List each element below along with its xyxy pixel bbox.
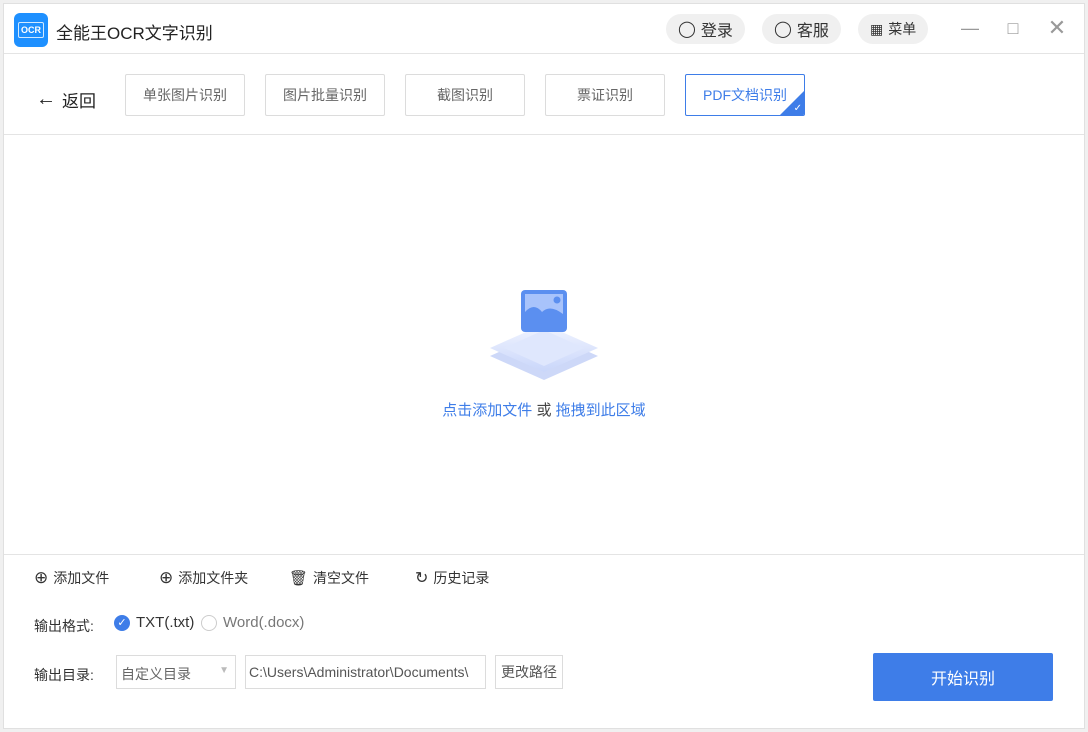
- drop-zone[interactable]: 点击添加文件 或 拖拽到此区域: [4, 136, 1084, 555]
- tab-screenshot[interactable]: 截图识别: [405, 74, 525, 116]
- radio-icon: [201, 614, 217, 631]
- add-folder-button[interactable]: ⊕ 添加文件夹: [159, 568, 248, 588]
- login-button[interactable]: ◯ 登录: [666, 14, 745, 44]
- output-path-field[interactable]: C:\Users\Administrator\Documents\: [245, 655, 486, 689]
- output-dir-label: 输出目录:: [34, 667, 94, 683]
- tab-batch-image[interactable]: 图片批量识别: [265, 74, 385, 116]
- click-add-file-link[interactable]: 点击添加文件: [442, 402, 532, 419]
- output-dir-select[interactable]: 自定义目录 ▼: [116, 655, 236, 689]
- tab-pdf[interactable]: PDF文档识别 ✓: [685, 74, 805, 116]
- history-icon: ↻: [415, 570, 429, 587]
- format-txt-radio[interactable]: ✓ TXT(.txt): [114, 614, 194, 631]
- add-file-button[interactable]: ⊕ 添加文件: [34, 568, 109, 588]
- drag-hint: 拖拽到此区域: [555, 402, 646, 419]
- history-button[interactable]: ↻ 历史记录: [415, 568, 489, 588]
- checked-radio-icon: ✓: [114, 614, 130, 631]
- close-button[interactable]: ✕: [1045, 15, 1069, 41]
- menu-button[interactable]: ▦ 菜单: [858, 14, 929, 44]
- drop-hint: 点击添加文件 或 拖拽到此区域: [442, 402, 646, 419]
- tab-single-image[interactable]: 单张图片识别: [125, 74, 245, 116]
- check-icon: ✓: [793, 103, 802, 114]
- plus-circle-icon: ⊕: [159, 568, 174, 587]
- app-window: OCR 全能王OCR文字识别 ◯ 登录 ◯ 客服 ▦ 菜单 — □ ✕ ← 返回 单张图…: [3, 3, 1085, 729]
- output-format-label: 输出格式:: [34, 618, 94, 634]
- dropdown-arrow-icon: ▼: [219, 665, 229, 676]
- change-path-button[interactable]: 更改路径: [495, 655, 563, 689]
- headset-icon: ◯: [774, 21, 792, 38]
- service-button[interactable]: ◯ 客服: [762, 14, 841, 44]
- plus-circle-icon: ⊕: [34, 568, 49, 587]
- tab-ticket[interactable]: 票证识别: [545, 74, 665, 116]
- format-word-radio[interactable]: Word(.docx): [201, 614, 304, 631]
- clear-files-button[interactable]: 🗑 清空文件: [289, 568, 369, 588]
- app-logo: OCR: [14, 13, 48, 47]
- minimize-button[interactable]: —: [958, 18, 982, 39]
- mode-nav: ← 返回 单张图片识别 图片批量识别 截图识别 票证识别 PDF文档识别 ✓: [4, 55, 1084, 135]
- image-upload-icon: [490, 290, 598, 380]
- user-icon: ◯: [678, 21, 696, 38]
- start-recognition-button[interactable]: 开始识别: [873, 653, 1053, 701]
- grid-icon: ▦: [870, 20, 884, 37]
- back-button[interactable]: ← 返回: [36, 87, 96, 112]
- title-bar: OCR 全能王OCR文字识别 ◯ 登录 ◯ 客服 ▦ 菜单 — □ ✕: [4, 4, 1084, 54]
- trash-icon: 🗑: [289, 570, 309, 587]
- maximize-button[interactable]: □: [1001, 18, 1025, 39]
- app-title: 全能王OCR文字识别: [56, 24, 213, 43]
- arrow-left-icon: ←: [36, 88, 56, 110]
